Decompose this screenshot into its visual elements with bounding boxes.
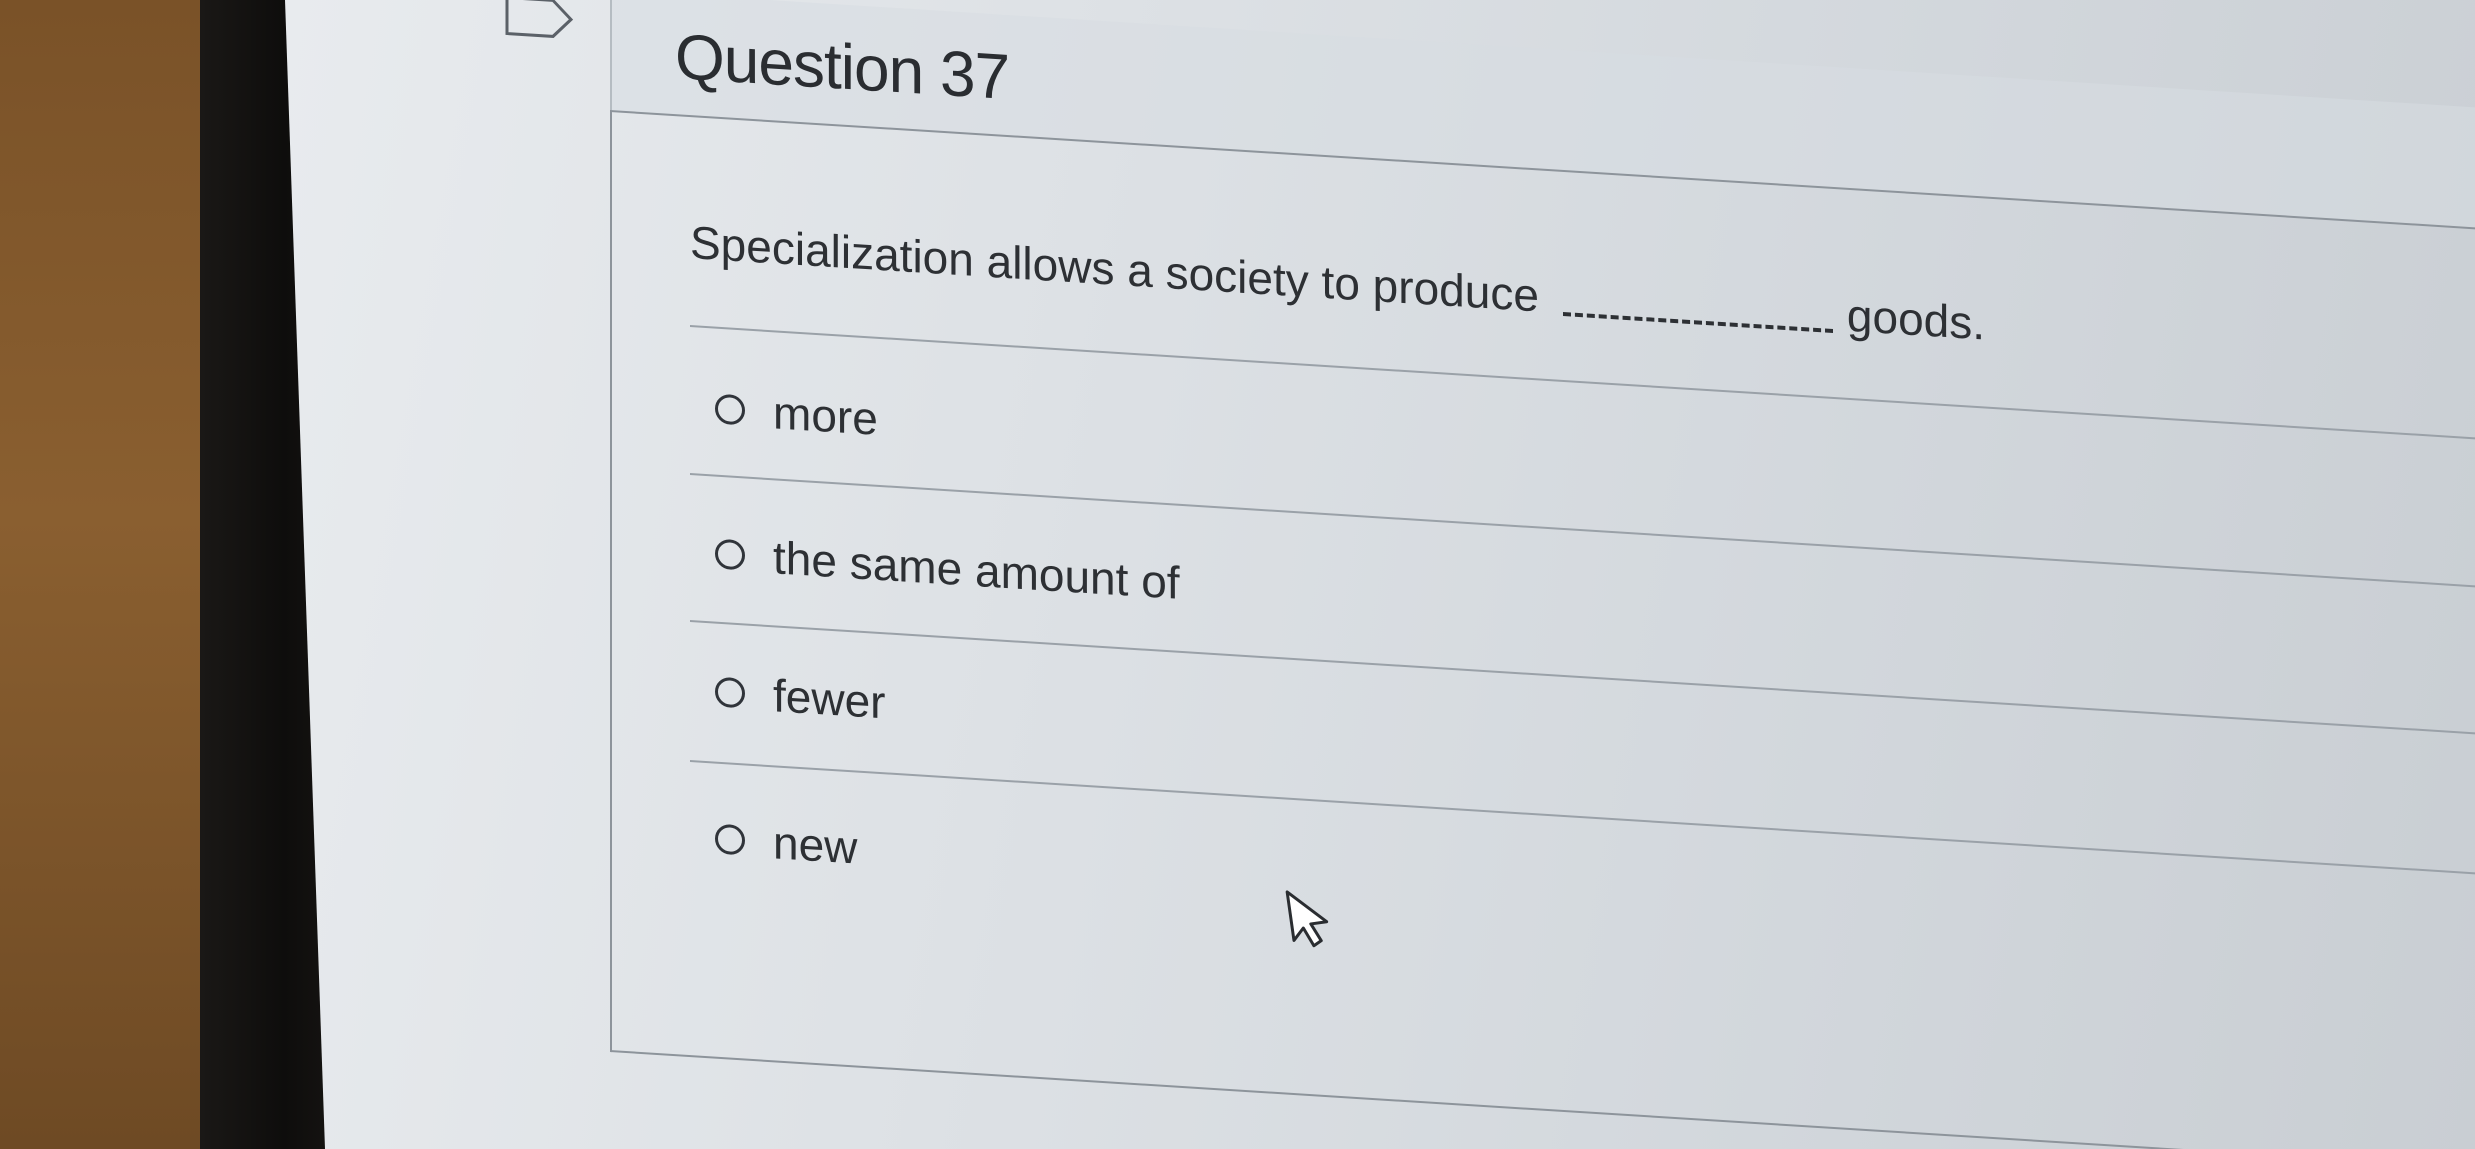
option-label: fewer	[773, 669, 886, 729]
option-new[interactable]: new	[715, 812, 857, 875]
photo-scene: Question 37 Specialization allows a soci…	[0, 0, 2475, 1149]
question-title: Question 37	[675, 20, 1010, 114]
radio-icon[interactable]	[715, 393, 745, 426]
option-fewer[interactable]: fewer	[715, 665, 885, 730]
option-label: more	[773, 386, 878, 445]
radio-icon[interactable]	[715, 676, 745, 709]
mouse-pointer-icon	[1285, 890, 1329, 948]
flag-icon[interactable]	[505, 0, 575, 40]
option-more[interactable]: more	[715, 382, 878, 446]
radio-icon[interactable]	[715, 538, 745, 571]
radio-icon[interactable]	[715, 823, 745, 856]
question-card: Question 37 Specialization allows a soci…	[505, 0, 2475, 1149]
option-label: new	[773, 816, 858, 874]
question-text-after: goods.	[1846, 288, 1986, 350]
